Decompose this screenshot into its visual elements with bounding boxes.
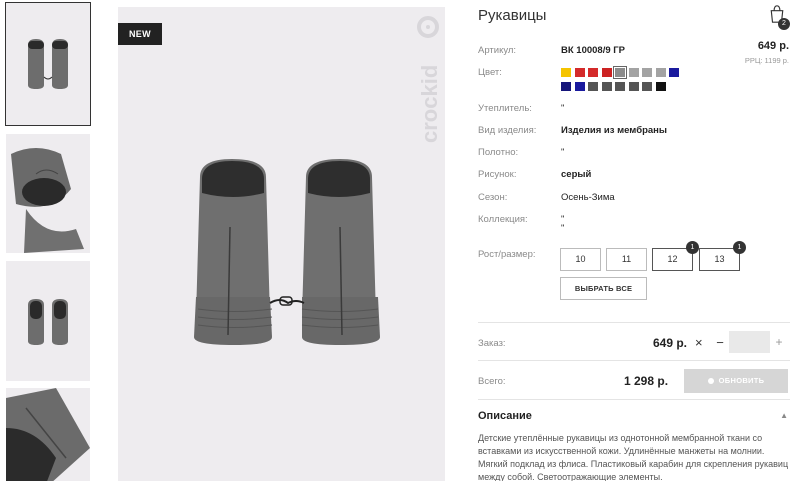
attr-value-extra: " xyxy=(561,223,565,234)
collapse-caret-icon[interactable]: ▲ xyxy=(780,411,788,420)
thumbnail-4[interactable] xyxy=(6,388,90,481)
size-count-badge: 1 xyxy=(733,241,746,254)
attr-label: Рисунок: xyxy=(478,169,517,180)
select-all-button[interactable]: ВЫБРАТЬ ВСЕ xyxy=(560,277,647,300)
total-value: 1 298 р. xyxy=(624,374,669,388)
color-swatch[interactable] xyxy=(642,68,652,77)
svg-text:crockid: crockid xyxy=(417,65,442,143)
thumbnail-1[interactable] xyxy=(5,2,91,126)
attr-label: Коллекция: xyxy=(478,214,528,225)
color-swatch[interactable] xyxy=(574,82,585,91)
remove-icon[interactable]: × xyxy=(695,335,703,350)
color-swatch[interactable] xyxy=(561,68,571,77)
attr-product-type: Вид изделия: Изделия из мембраны xyxy=(478,125,667,136)
attr-value: серый xyxy=(561,169,592,180)
attr-fabric: Полотно: " xyxy=(478,147,564,158)
crockid-logo: crockid xyxy=(417,16,442,143)
color-swatch[interactable] xyxy=(601,68,612,77)
color-swatch[interactable] xyxy=(642,82,652,91)
thumbnail-2[interactable] xyxy=(6,134,90,253)
mittens-photo xyxy=(194,159,380,345)
attr-value: " xyxy=(561,103,565,114)
color-swatch[interactable] xyxy=(574,68,585,77)
color-swatch[interactable] xyxy=(561,82,571,91)
mitten-closeup-thumbnail-image xyxy=(6,388,90,481)
attr-article: Артикул: ВК 10008/9 ГР xyxy=(478,45,625,56)
attr-value: Изделия из мембраны xyxy=(561,125,668,136)
quantity-decrease-button[interactable]: − xyxy=(714,335,726,350)
product-price: 649 р. xyxy=(757,40,789,52)
divider xyxy=(478,360,790,361)
main-product-image: NEW crockid xyxy=(118,7,445,481)
color-swatch[interactable] xyxy=(655,68,666,77)
mitten-inside-thumbnail-image xyxy=(6,134,90,253)
attr-value: Осень-Зима xyxy=(561,192,615,203)
attr-season: Сезон: Осень-Зима xyxy=(478,192,615,203)
thumbnail-3[interactable] xyxy=(6,261,90,381)
color-swatch[interactable] xyxy=(588,68,598,77)
color-swatch[interactable] xyxy=(615,82,625,91)
mittens-thumbnail-image xyxy=(6,3,90,125)
size-count-badge: 1 xyxy=(686,241,699,254)
attr-value: ВК 10008/9 ГР xyxy=(561,45,625,56)
product-title: Рукавицы xyxy=(478,7,547,24)
size-button-10[interactable]: 10 xyxy=(560,248,601,271)
description-title[interactable]: Описание xyxy=(478,410,532,422)
order-price: 649 р. xyxy=(653,336,688,350)
order-label: Заказ: xyxy=(478,338,506,349)
description-text: Детские утеплённые рукавицы из однотонно… xyxy=(478,433,789,481)
rrc-price: РРЦ: 1199 р. xyxy=(744,56,789,65)
attr-label: Сезон: xyxy=(478,192,508,203)
color-swatch[interactable] xyxy=(628,82,639,91)
color-swatch[interactable] xyxy=(628,68,639,77)
attr-insulation: Утеплитель: " xyxy=(478,103,564,114)
product-info-panel: Рукавицы 2 649 р. РРЦ: 1199 р. Артикул: … xyxy=(478,0,792,481)
size-button-11[interactable]: 11 xyxy=(606,248,647,271)
color-swatch[interactable] xyxy=(655,82,666,91)
quantity-input[interactable] xyxy=(729,331,770,353)
attr-color: Цвет: xyxy=(478,67,502,78)
attr-label: Полотно: xyxy=(478,147,519,158)
attr-pattern: Рисунок: серый xyxy=(478,169,591,180)
attr-label: Артикул: xyxy=(478,45,517,56)
color-swatch[interactable] xyxy=(613,66,627,79)
total-label: Всего: xyxy=(478,376,506,387)
attr-value: " xyxy=(561,147,565,158)
attr-label: Цвет: xyxy=(478,67,502,78)
color-swatch[interactable] xyxy=(601,82,612,91)
color-swatch[interactable] xyxy=(588,82,598,91)
refresh-icon xyxy=(707,377,714,384)
attr-label: Рост/размер: xyxy=(478,249,536,260)
quantity-increase-button[interactable]: + xyxy=(773,335,785,349)
divider xyxy=(478,322,790,323)
attr-label: Утеплитель: xyxy=(478,103,532,114)
color-swatch[interactable] xyxy=(669,68,679,77)
attr-size: Рост/размер: xyxy=(478,249,536,260)
update-button-label: ОБНОВИТЬ xyxy=(718,376,765,385)
cart-count-badge: 2 xyxy=(778,18,790,30)
divider xyxy=(478,399,790,400)
new-badge: NEW xyxy=(118,23,162,45)
cart-button[interactable]: 2 xyxy=(768,4,790,30)
attr-collection: Коллекция: " " xyxy=(478,214,564,234)
mittens-back-thumbnail-image xyxy=(6,261,90,381)
attr-label: Вид изделия: xyxy=(478,125,537,136)
update-button[interactable]: ОБНОВИТЬ xyxy=(684,369,788,393)
